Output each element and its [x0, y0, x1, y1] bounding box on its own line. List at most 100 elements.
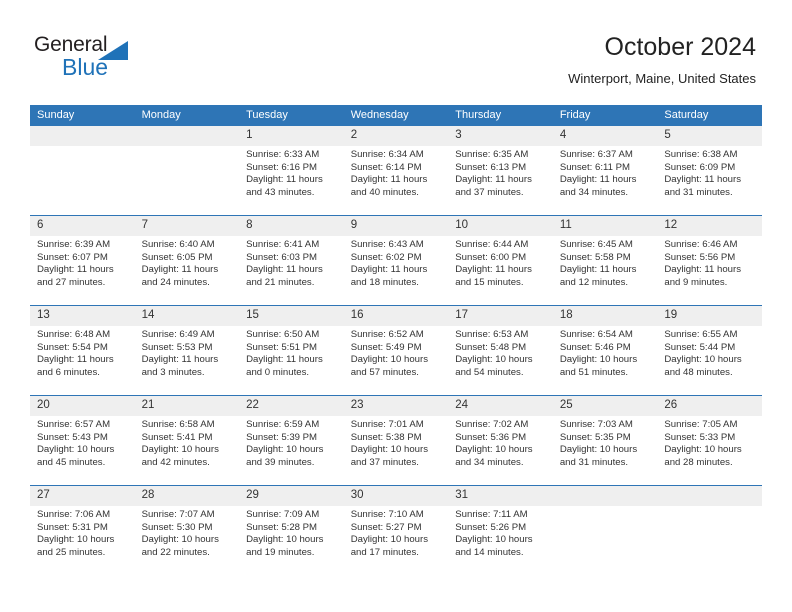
weekday-header-wednesday: Wednesday: [343, 105, 449, 126]
logo-text-blue: Blue: [62, 54, 109, 80]
daylight-line-1: Daylight: 11 hours: [455, 174, 532, 186]
sunrise-time: Sunrise: 6:50 AM: [246, 329, 320, 340]
calendar-day-cell[interactable]: 14 Sunrise: 6:49 AM Sunset: 5:53 PM Dayligh…: [134, 305, 240, 396]
day-sun-info: Sunrise: 7:07 AM Sunset: 5:30 PM Daylight:…: [135, 506, 240, 559]
day-sun-info: Sunrise: 6:34 AM Sunset: 6:14 PM Daylight:…: [344, 146, 449, 199]
sunrise-time: Sunrise: 6:38 AM: [664, 149, 738, 160]
page-title: October 2024: [604, 33, 757, 61]
sunset-time: Sunset: 6:03 PM: [246, 251, 318, 263]
sunrise-time: Sunrise: 6:44 AM: [455, 239, 529, 250]
daylight-line-2: and 31 minutes.: [559, 456, 629, 468]
calendar-grid: Sunday Monday Tuesday Wednesday Thursday…: [30, 105, 762, 575]
daylight-line-2: and 39 minutes.: [246, 456, 315, 468]
day-number: 26: [657, 396, 762, 416]
calendar-day-cell[interactable]: 1 Sunrise: 6:33 AM Sunset: 6:16 PM Daylight…: [239, 126, 344, 216]
daylight-line-1: Daylight: 10 hours: [559, 444, 638, 456]
daylight-line-2: and 25 minutes.: [37, 546, 106, 558]
calendar-day-cell[interactable]: 22 Sunrise: 6:59 AM Sunset: 5:39 PM Dayligh…: [239, 395, 344, 486]
daylight-line-2: and 37 minutes.: [455, 186, 524, 198]
daylight-line-2: and 40 minutes.: [350, 186, 419, 198]
sunset-time: Sunset: 5:49 PM: [350, 341, 422, 353]
daylight-line-1: Daylight: 10 hours: [141, 444, 219, 456]
sunrise-time: Sunrise: 6:46 AM: [664, 239, 738, 250]
day-sun-info: Sunrise: 6:57 AM Sunset: 5:43 PM Daylight:…: [30, 416, 135, 469]
calendar-day-cell[interactable]: 15 Sunrise: 6:50 AM Sunset: 5:51 PM Dayligh…: [239, 305, 344, 396]
day-sun-info: Sunrise: 7:09 AM Sunset: 5:28 PM Daylight:…: [239, 506, 344, 559]
day-sun-info: Sunrise: 7:06 AM Sunset: 5:31 PM Daylight:…: [30, 506, 135, 559]
calendar-day-cell[interactable]: 3 Sunrise: 6:35 AM Sunset: 6:13 PM Daylight…: [448, 126, 553, 216]
calendar-day-cell[interactable]: 6 Sunrise: 6:39 AM Sunset: 6:07 PM Daylight…: [30, 215, 135, 306]
calendar-day-cell[interactable]: 20 Sunrise: 6:57 AM Sunset: 5:43 PM Dayligh…: [30, 395, 135, 486]
daylight-line-1: Daylight: 11 hours: [664, 174, 741, 186]
day-number: [134, 126, 240, 146]
day-sun-info: Sunrise: 6:48 AM Sunset: 5:54 PM Daylight:…: [30, 326, 135, 379]
daylight-line-1: Daylight: 10 hours: [350, 534, 429, 546]
page-location: Winterport, Maine, United States: [568, 71, 756, 86]
calendar-day-cell[interactable]: 4 Sunrise: 6:37 AM Sunset: 6:11 PM Daylight…: [552, 126, 658, 216]
day-number: 19: [657, 306, 762, 326]
daylight-line-1: Daylight: 10 hours: [455, 354, 533, 366]
sunset-time: Sunset: 6:07 PM: [37, 251, 108, 263]
day-sun-info: Sunrise: 7:03 AM Sunset: 5:35 PM Daylight:…: [553, 416, 658, 469]
day-number: 2: [343, 126, 449, 146]
calendar-day-cell[interactable]: 10 Sunrise: 6:44 AM Sunset: 6:00 PM Dayligh…: [448, 215, 553, 306]
sunset-time: Sunset: 5:36 PM: [455, 431, 527, 443]
calendar-day-cell[interactable]: 19 Sunrise: 6:55 AM Sunset: 5:44 PM Dayligh…: [657, 305, 762, 396]
sunset-time: Sunset: 5:30 PM: [141, 521, 213, 533]
calendar-day-cell[interactable]: 25 Sunrise: 7:03 AM Sunset: 5:35 PM Dayligh…: [552, 395, 658, 486]
calendar-day-cell[interactable]: 18 Sunrise: 6:54 AM Sunset: 5:46 PM Dayligh…: [552, 305, 658, 396]
daylight-line-1: Daylight: 11 hours: [350, 174, 428, 186]
day-sun-info: Sunrise: 7:02 AM Sunset: 5:36 PM Daylight:…: [448, 416, 553, 469]
day-sun-info: Sunrise: 7:11 AM Sunset: 5:26 PM Daylight:…: [448, 506, 553, 559]
calendar-day-cell[interactable]: 28 Sunrise: 7:07 AM Sunset: 5:30 PM Dayligh…: [134, 485, 240, 575]
calendar-day-cell[interactable]: 16 Sunrise: 6:52 AM Sunset: 5:49 PM Dayligh…: [343, 305, 449, 396]
calendar-day-cell[interactable]: 2 Sunrise: 6:34 AM Sunset: 6:14 PM Daylight…: [343, 126, 449, 216]
day-number: 29: [239, 486, 344, 506]
calendar-day-cell[interactable]: 13 Sunrise: 6:48 AM Sunset: 5:54 PM Dayligh…: [30, 305, 135, 396]
general-blue-logo[interactable]: General Blue: [34, 34, 154, 86]
sunset-time: Sunset: 6:05 PM: [141, 251, 213, 263]
daylight-line-1: Daylight: 11 hours: [246, 264, 323, 276]
daylight-line-1: Daylight: 10 hours: [664, 354, 742, 366]
calendar-day-cell[interactable]: 7 Sunrise: 6:40 AM Sunset: 6:05 PM Daylight…: [134, 215, 240, 306]
day-sun-info: Sunrise: 7:05 AM Sunset: 5:33 PM Daylight:…: [657, 416, 762, 469]
calendar-day-cell[interactable]: 17 Sunrise: 6:53 AM Sunset: 5:48 PM Dayligh…: [448, 305, 553, 396]
day-sun-info: Sunrise: 6:41 AM Sunset: 6:03 PM Daylight:…: [239, 236, 344, 289]
daylight-line-2: and 27 minutes.: [37, 276, 106, 288]
calendar-day-cell[interactable]: 30 Sunrise: 7:10 AM Sunset: 5:27 PM Dayligh…: [343, 485, 449, 575]
calendar-day-cell[interactable]: 26 Sunrise: 7:05 AM Sunset: 5:33 PM Dayligh…: [657, 395, 762, 486]
calendar-day-cell[interactable]: 8 Sunrise: 6:41 AM Sunset: 6:03 PM Daylight…: [239, 215, 344, 306]
calendar-day-cell[interactable]: 11 Sunrise: 6:45 AM Sunset: 5:58 PM Dayligh…: [552, 215, 658, 306]
daylight-line-2: and 42 minutes.: [141, 456, 210, 468]
calendar-day-cell[interactable]: 23 Sunrise: 7:01 AM Sunset: 5:38 PM Dayligh…: [343, 395, 449, 486]
sunset-time: Sunset: 5:43 PM: [37, 431, 108, 443]
calendar-day-cell[interactable]: 5 Sunrise: 6:38 AM Sunset: 6:09 PM Daylight…: [657, 126, 762, 216]
day-sun-info: Sunrise: 6:38 AM Sunset: 6:09 PM Daylight:…: [657, 146, 762, 199]
daylight-line-1: Daylight: 11 hours: [350, 264, 428, 276]
sunset-time: Sunset: 5:48 PM: [455, 341, 527, 353]
daylight-line-1: Daylight: 10 hours: [350, 354, 429, 366]
calendar-day-cell[interactable]: 29 Sunrise: 7:09 AM Sunset: 5:28 PM Dayligh…: [239, 485, 344, 575]
day-number: [30, 126, 135, 146]
daylight-line-2: and 28 minutes.: [664, 456, 733, 468]
day-number: 9: [343, 216, 449, 236]
sunrise-time: Sunrise: 7:06 AM: [37, 509, 111, 520]
calendar-day-cell[interactable]: 27 Sunrise: 7:06 AM Sunset: 5:31 PM Dayligh…: [30, 485, 135, 575]
calendar-body: 1 Sunrise: 6:33 AM Sunset: 6:16 PM Daylight…: [30, 126, 762, 575]
calendar-day-cell[interactable]: 21 Sunrise: 6:58 AM Sunset: 5:41 PM Dayligh…: [134, 395, 240, 486]
daylight-line-2: and 34 minutes.: [455, 456, 524, 468]
calendar-week-row: 27 Sunrise: 7:06 AM Sunset: 5:31 PM Dayligh…: [30, 485, 762, 575]
daylight-line-1: Daylight: 10 hours: [141, 534, 219, 546]
day-number: 13: [30, 306, 135, 326]
calendar-day-cell[interactable]: 9 Sunrise: 6:43 AM Sunset: 6:02 PM Daylight…: [343, 215, 449, 306]
sunset-time: Sunset: 5:39 PM: [246, 431, 318, 443]
calendar-day-cell[interactable]: 31 Sunrise: 7:11 AM Sunset: 5:26 PM Dayligh…: [448, 485, 553, 575]
calendar-day-cell[interactable]: 12 Sunrise: 6:46 AM Sunset: 5:56 PM Dayligh…: [657, 215, 762, 306]
sunrise-time: Sunrise: 6:37 AM: [559, 149, 633, 160]
calendar-day-cell[interactable]: 24 Sunrise: 7:02 AM Sunset: 5:36 PM Dayligh…: [448, 395, 553, 486]
day-number: 5: [657, 126, 762, 146]
day-sun-info: Sunrise: 6:46 AM Sunset: 5:56 PM Daylight:…: [657, 236, 762, 289]
page-header: General Blue October 2024 Winterport, Ma…: [0, 0, 792, 104]
day-number: [552, 486, 658, 506]
sunset-time: Sunset: 6:02 PM: [350, 251, 422, 263]
